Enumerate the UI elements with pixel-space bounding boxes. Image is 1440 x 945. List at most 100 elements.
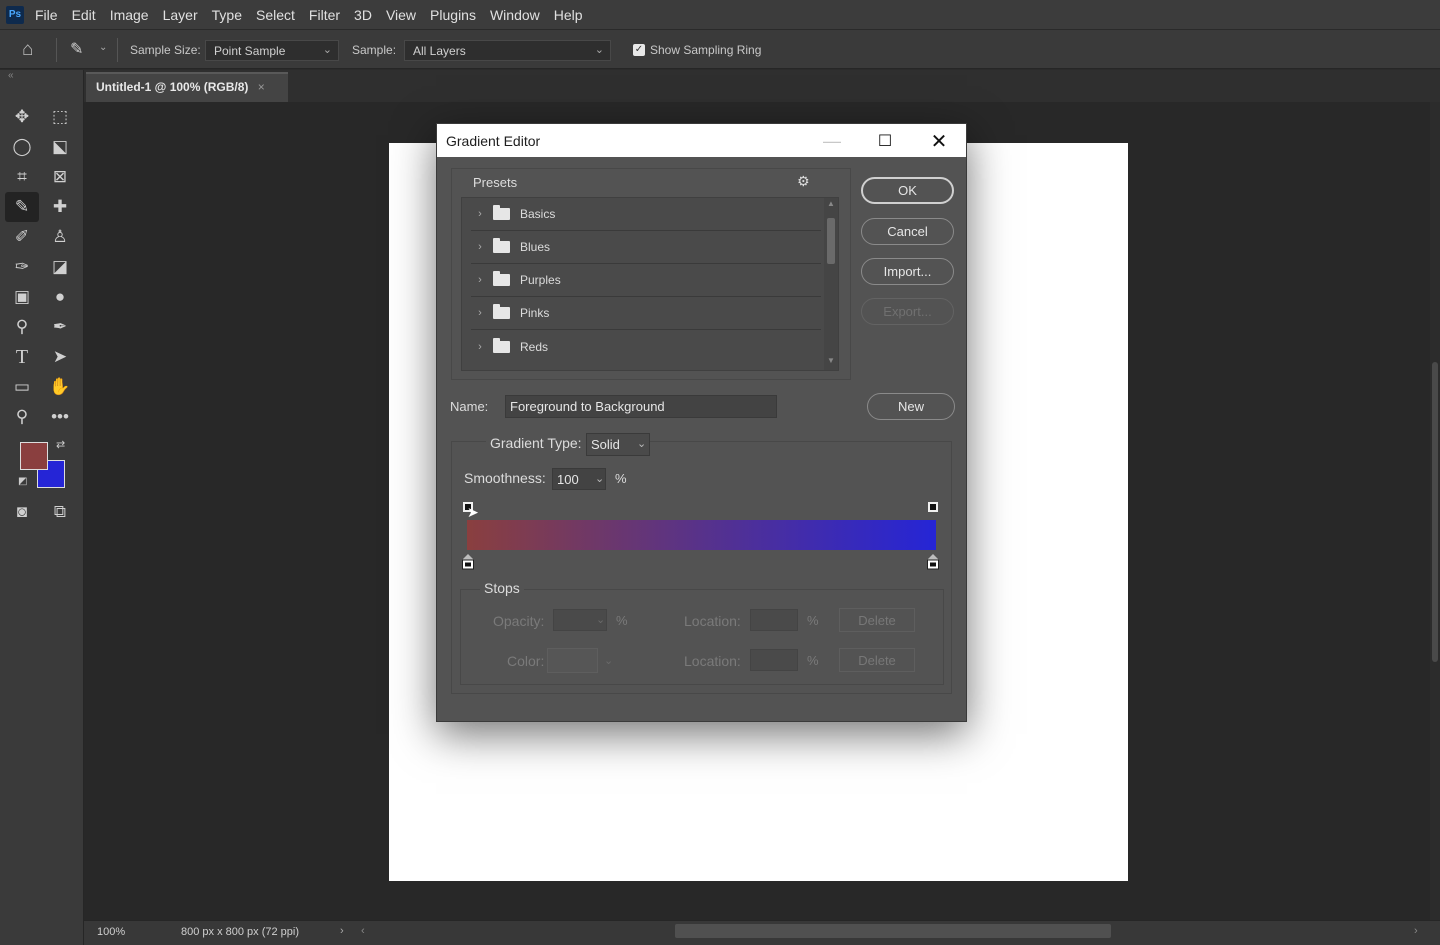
chevron-down-icon[interactable]: ⌄ [595, 472, 604, 485]
menu-filter[interactable]: Filter [309, 7, 340, 23]
gear-icon[interactable]: ⚙ [797, 173, 810, 190]
presets-scrollbar[interactable]: ▲ ▼ [824, 198, 838, 370]
color-location-input [750, 649, 798, 671]
home-icon[interactable]: ⌂ [22, 39, 33, 61]
hand-tool-icon[interactable]: ✋ [43, 372, 77, 402]
dodge-tool-icon[interactable]: ⚲ [5, 312, 39, 342]
gradient-type-select[interactable]: Solid ⌄ [586, 433, 650, 456]
lasso-tool-icon[interactable]: ◯ [5, 132, 39, 162]
more-tools-icon[interactable]: ••• [43, 402, 77, 432]
scroll-down-icon[interactable]: ▼ [827, 356, 835, 365]
chevron-right-icon[interactable]: › [471, 241, 489, 253]
show-sampling-ring-checkbox[interactable]: ✓ [633, 44, 645, 56]
document-info: 800 px x 800 px (72 ppi) [181, 926, 300, 938]
menu-help[interactable]: Help [554, 7, 583, 23]
color-stop-start[interactable] [462, 554, 474, 570]
stamp-tool-icon[interactable]: ♙ [43, 222, 77, 252]
menu-3d[interactable]: 3D [354, 7, 372, 23]
photoshop-logo-icon: Ps [6, 5, 24, 24]
scrollbar-thumb[interactable] [827, 218, 835, 264]
menu-view[interactable]: View [386, 7, 416, 23]
zoom-tool-icon[interactable]: ⚲ [5, 402, 39, 432]
eyedropper-icon[interactable]: ✎ [70, 39, 83, 59]
scroll-left-icon[interactable]: ‹ [361, 925, 365, 937]
gradient-tool-icon[interactable]: ▣ [5, 282, 39, 312]
type-tool-icon[interactable]: T [5, 342, 39, 372]
dialog-title: Gradient Editor [446, 133, 541, 149]
menu-file[interactable]: File [35, 7, 58, 23]
preset-folder-pinks[interactable]: › Pinks [471, 297, 821, 330]
collapse-icon[interactable]: « [8, 70, 14, 81]
healing-brush-tool-icon[interactable]: ✚ [43, 192, 77, 222]
preset-folder-purples[interactable]: › Purples [471, 264, 821, 297]
frame-tool-icon[interactable]: ⊠ [43, 162, 77, 192]
document-tab[interactable]: Untitled-1 @ 100% (RGB/8) × [86, 72, 288, 102]
chevron-right-icon[interactable]: › [471, 307, 489, 319]
preset-folder-label: Purples [520, 273, 561, 287]
gradient-preview-bar[interactable] [467, 520, 936, 550]
menu-select[interactable]: Select [256, 7, 295, 23]
minimize-icon[interactable]: — [818, 128, 846, 154]
delete-opacity-stop-button: Delete [839, 608, 915, 632]
name-input[interactable]: Foreground to Background [505, 395, 777, 418]
folder-icon [493, 205, 510, 220]
preset-folder-blues[interactable]: › Blues [471, 231, 821, 264]
chevron-right-icon[interactable]: › [471, 341, 489, 353]
maximize-icon[interactable]: ☐ [871, 128, 899, 154]
close-icon[interactable]: ✕ [925, 128, 953, 154]
menu-type[interactable]: Type [212, 7, 242, 23]
default-colors-icon[interactable]: ◩ [18, 476, 27, 487]
preset-folder-reds[interactable]: › Reds [471, 330, 821, 363]
sample-select[interactable]: All Layers ⌄ [404, 40, 611, 61]
cancel-button[interactable]: Cancel [861, 218, 954, 245]
horizontal-scrollbar-thumb[interactable] [675, 924, 1111, 938]
chevron-right-icon[interactable]: › [340, 925, 344, 937]
delete-color-stop-button: Delete [839, 648, 915, 672]
object-select-tool-icon[interactable]: ⬕ [43, 132, 77, 162]
menu-plugins[interactable]: Plugins [430, 7, 476, 23]
history-brush-tool-icon[interactable]: ✑ [5, 252, 39, 282]
import-button[interactable]: Import... [861, 258, 954, 285]
scroll-right-icon[interactable]: › [1414, 925, 1418, 937]
move-tool-icon[interactable]: ✥ [5, 102, 39, 132]
foreground-color-swatch[interactable] [20, 442, 48, 470]
chevron-down-icon[interactable]: ⌄ [99, 42, 107, 53]
sample-size-select[interactable]: Point Sample ⌄ [205, 40, 339, 61]
menu-layer[interactable]: Layer [163, 7, 198, 23]
opacity-stop-end[interactable] [928, 502, 938, 512]
marquee-tool-icon[interactable]: ⬚ [43, 102, 77, 132]
scrollbar-thumb[interactable] [1432, 362, 1438, 662]
document-tab-title: Untitled-1 @ 100% (RGB/8) [96, 80, 249, 94]
eyedropper-tool-icon[interactable]: ✎ [5, 192, 39, 222]
menu-window[interactable]: Window [490, 7, 540, 23]
vertical-scrollbar[interactable] [1430, 102, 1440, 920]
toolbox: « ✥ ⬚ ◯ ⬕ ⌗ ⊠ ✎ ✚ ✐ ♙ ✑ ◪ ▣ ● ⚲ ✒ T ➤ ▭ … [0, 70, 84, 945]
new-button[interactable]: New [867, 393, 955, 420]
path-select-tool-icon[interactable]: ➤ [43, 342, 77, 372]
screen-mode-icon[interactable]: ⧉ [43, 497, 77, 527]
swap-colors-icon[interactable]: ⇄ [56, 438, 65, 451]
close-icon[interactable]: × [258, 80, 265, 94]
chevron-down-icon: ⌄ [594, 44, 604, 56]
sample-value: All Layers [413, 44, 466, 58]
blur-tool-icon[interactable]: ● [43, 282, 77, 312]
menu-image[interactable]: Image [110, 7, 149, 23]
menu-edit[interactable]: Edit [72, 7, 96, 23]
scroll-up-icon[interactable]: ▲ [827, 199, 835, 208]
zoom-level[interactable]: 100% [97, 926, 125, 938]
eraser-tool-icon[interactable]: ◪ [43, 252, 77, 282]
smoothness-input[interactable]: 100 ⌄ [552, 468, 606, 490]
pen-tool-icon[interactable]: ✒ [43, 312, 77, 342]
folder-icon [493, 271, 510, 286]
dialog-title-bar[interactable]: Gradient Editor — ☐ ✕ [437, 124, 966, 157]
brush-tool-icon[interactable]: ✐ [5, 222, 39, 252]
chevron-right-icon[interactable]: › [471, 274, 489, 286]
preset-folder-basics[interactable]: › Basics [471, 198, 821, 231]
crop-tool-icon[interactable]: ⌗ [5, 162, 39, 192]
chevron-right-icon[interactable]: › [471, 208, 489, 220]
rectangle-tool-icon[interactable]: ▭ [5, 372, 39, 402]
ok-button[interactable]: OK [861, 177, 954, 204]
show-sampling-ring-label: Show Sampling Ring [650, 43, 762, 57]
color-stop-end[interactable] [927, 554, 939, 570]
quick-mask-icon[interactable]: ◙ [5, 497, 39, 527]
